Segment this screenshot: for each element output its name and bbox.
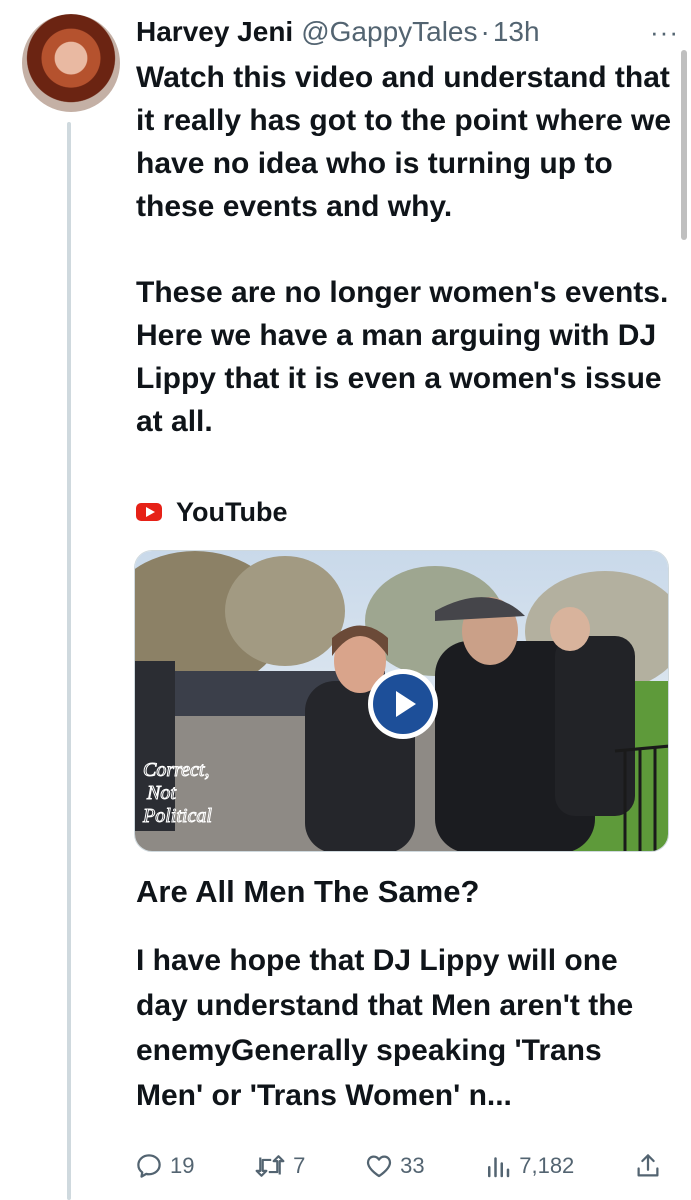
watermark-line: Not xyxy=(146,782,176,804)
repost-button[interactable]: 7 xyxy=(253,1151,305,1181)
card-source[interactable]: YouTube xyxy=(136,494,287,530)
heart-icon xyxy=(367,1155,392,1178)
reply-button[interactable]: 19 xyxy=(134,1151,194,1181)
reply-icon xyxy=(137,1154,161,1178)
tweet-paragraph: These are no longer women's events. Here… xyxy=(136,276,669,438)
timestamp[interactable]: 13h xyxy=(493,16,540,48)
repost-icon xyxy=(255,1155,285,1177)
video-thumbnail[interactable]: Correct, Not Political xyxy=(134,550,669,852)
separator-dot: · xyxy=(480,16,490,47)
views-button[interactable]: 7,182 xyxy=(483,1151,574,1181)
scrollbar[interactable] xyxy=(681,50,687,240)
tweet-header: Harvey Jeni @GappyTales · 13h ··· xyxy=(136,12,679,52)
action-bar: 19 7 33 7,182 xyxy=(134,1148,669,1184)
like-button[interactable]: 33 xyxy=(364,1151,425,1181)
play-icon xyxy=(373,674,433,734)
card-description: I have hope that DJ Lippy will one day u… xyxy=(136,944,634,1112)
watermark-line: Political xyxy=(142,805,212,827)
play-button[interactable] xyxy=(368,669,438,739)
card-source-label: YouTube xyxy=(176,496,288,527)
more-options-icon[interactable]: ··· xyxy=(650,17,679,48)
reply-count: 19 xyxy=(170,1153,195,1178)
views-icon xyxy=(488,1157,510,1178)
share-icon xyxy=(637,1154,659,1177)
avatar[interactable] xyxy=(22,14,120,112)
tweet-paragraph: Watch this video and understand that it … xyxy=(136,61,672,223)
views-count: 7,182 xyxy=(519,1153,575,1178)
author-name[interactable]: Harvey Jeni xyxy=(136,16,293,48)
thread-line xyxy=(67,122,71,1200)
watermark-line: Correct, xyxy=(143,759,209,781)
repost-count: 7 xyxy=(293,1153,306,1178)
like-count: 33 xyxy=(400,1153,425,1178)
tweet-text: Watch this video and understand that it … xyxy=(136,56,676,443)
youtube-icon xyxy=(136,503,162,521)
author-handle[interactable]: @GappyTales xyxy=(301,16,477,48)
share-button[interactable] xyxy=(633,1151,669,1181)
card-title[interactable]: Are All Men The Same? xyxy=(136,874,479,910)
